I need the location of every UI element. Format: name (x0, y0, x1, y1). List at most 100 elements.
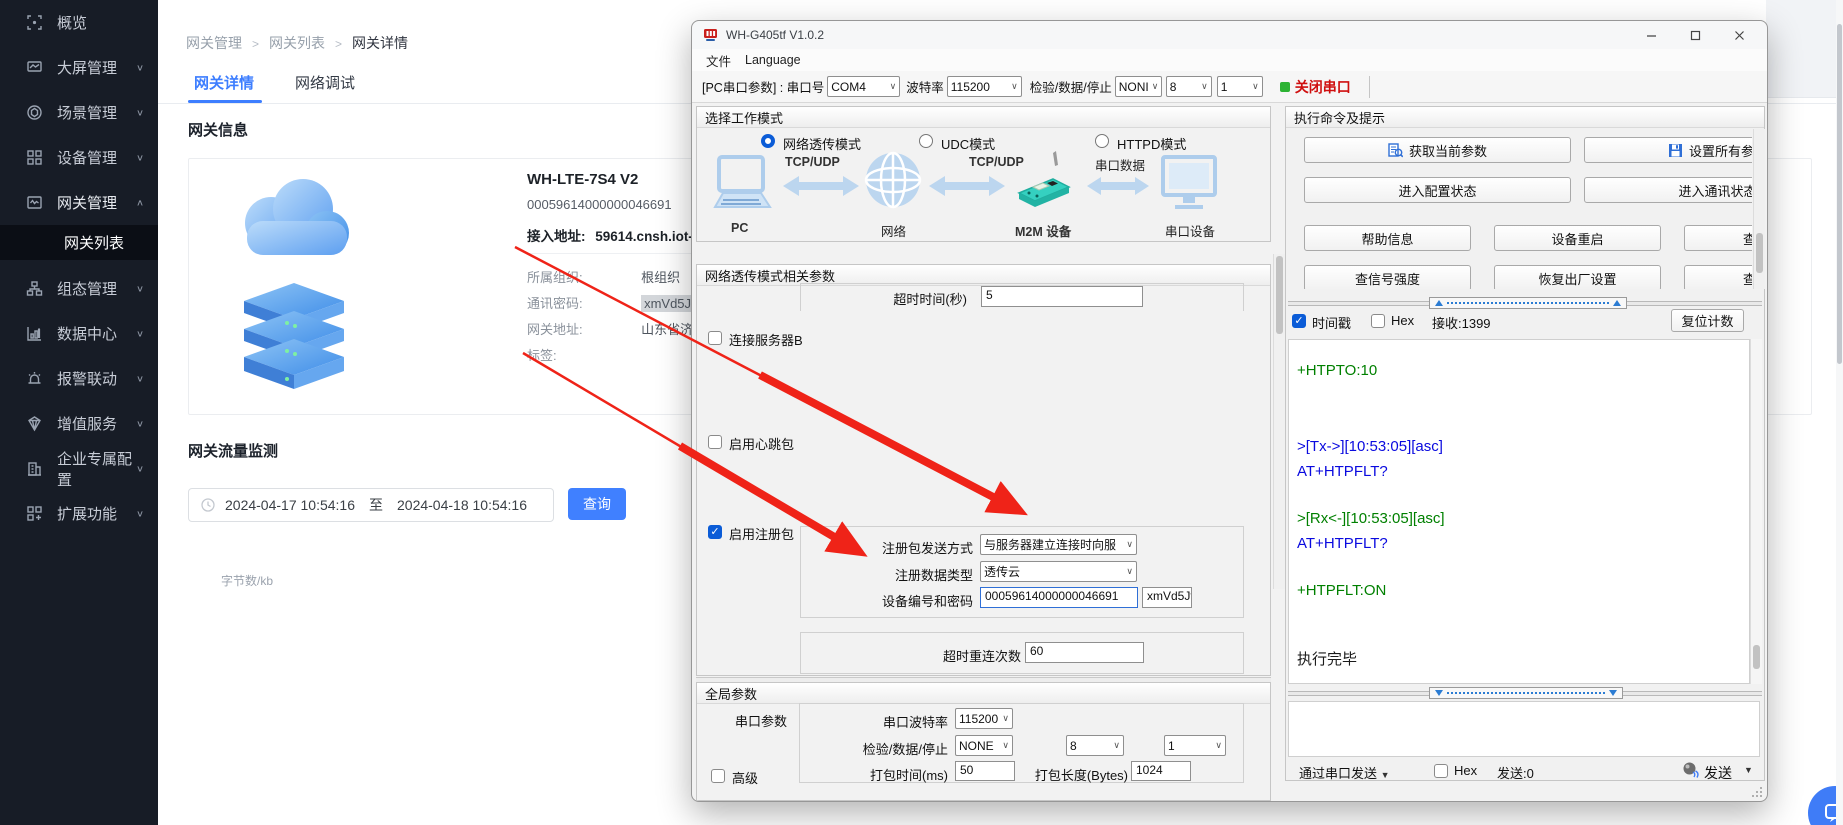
radio-httpd-label[interactable]: HTTPD模式 (1117, 134, 1186, 153)
send-button[interactable]: 发送 (1704, 763, 1732, 783)
receive-log[interactable]: +HTPTO:10 >[Tx->][10:53:05][asc] AT+HTPF… (1288, 339, 1750, 684)
date-to[interactable]: 2024-04-18 10:54:16 (397, 497, 527, 513)
timeout-input[interactable]: 5 (981, 286, 1143, 307)
g-stopbits-select[interactable]: 1∨ (1164, 735, 1226, 756)
sidebar-item-gateway-mgmt[interactable]: 网关管理 ∧ (0, 180, 158, 225)
log-h-scrollbar[interactable] (1288, 687, 1762, 699)
parity-select[interactable]: NONI∨ (1115, 76, 1162, 97)
g-baud-select[interactable]: 115200∨ (955, 708, 1013, 729)
chevron-down-icon: ∨ (136, 62, 144, 72)
regpack-checkbox[interactable]: ✓ (708, 525, 722, 539)
stopbits-select[interactable]: 1∨ (1217, 76, 1263, 97)
get-params-button[interactable]: 获取当前参数 (1304, 137, 1571, 163)
signal-strength-button[interactable]: 查信号强度 (1304, 265, 1471, 289)
menu-language[interactable]: Language (745, 53, 801, 67)
maximize-button[interactable] (1675, 21, 1715, 49)
send-via-serial-dropdown[interactable]: 通过串口发送 ▼ (1299, 763, 1390, 782)
sidebar-item-enterprise[interactable]: 企业专属配置 ∨ (0, 446, 158, 491)
enter-config-button[interactable]: 进入配置状态 (1304, 177, 1571, 203)
window-titlebar[interactable]: WH-G405tf V1.0.2 (692, 21, 1767, 49)
sidebar-item-extension[interactable]: 扩展功能 ∨ (0, 491, 158, 536)
radio-transparent-label[interactable]: 网络透传模式 (783, 134, 861, 153)
browser-scrollbar[interactable] (1836, 0, 1843, 825)
date-range-picker[interactable]: 2024-04-17 10:54:16 至 2024-04-18 10:54:1… (188, 488, 554, 522)
log-scrollbar[interactable] (1750, 339, 1762, 684)
com-port-select[interactable]: COM4∨ (827, 76, 900, 97)
device-password-input[interactable]: xmVd5JfQ (1142, 587, 1192, 608)
sidebar-item-gateway-list[interactable]: 网关列表 (0, 225, 158, 260)
g-databits-select[interactable]: 8∨ (1066, 735, 1124, 756)
sidebar-item-configuration[interactable]: 组态管理 ∨ (0, 266, 158, 311)
set-all-params-button[interactable]: 设置所有参数 (1584, 137, 1752, 163)
server-b-label[interactable]: 连接服务器B (729, 330, 803, 349)
timestamp-checkbox[interactable]: ✓ (1292, 314, 1306, 328)
radio-udc-mode[interactable] (919, 134, 933, 148)
sidebar-item-device-mgmt[interactable]: 设备管理 ∨ (0, 135, 158, 180)
h-scrollbar-thumb[interactable] (1429, 687, 1623, 699)
sidebar-item-value-added[interactable]: 增值服务 ∨ (0, 401, 158, 446)
recv-hex-label[interactable]: Hex (1391, 313, 1414, 328)
regpack-label[interactable]: 启用注册包 (729, 524, 794, 543)
send-hex-checkbox[interactable] (1434, 764, 1448, 778)
pack-time-input[interactable]: 50 (955, 761, 1015, 781)
params-scrollbar-thumb[interactable] (1276, 256, 1283, 334)
advanced-label[interactable]: 高级 (732, 768, 758, 787)
menu-file[interactable]: 文件 (706, 51, 731, 70)
reg-data-type-select[interactable]: 透传云∨ (980, 561, 1137, 582)
sidebar-item-overview[interactable]: 概览 (0, 0, 158, 45)
send-hex-label[interactable]: Hex (1454, 763, 1477, 778)
command-area-scrollbar[interactable] (1753, 129, 1765, 289)
sidebar-label: 网关列表 (64, 232, 124, 253)
send-dropdown-arrow-icon[interactable]: ▼ (1744, 765, 1753, 775)
sidebar-item-screen-mgmt[interactable]: 大屏管理 ∨ (0, 45, 158, 90)
breadcrumb-item[interactable]: 网关列表 (269, 35, 325, 51)
sidebar-item-scene-mgmt[interactable]: 场景管理 ∨ (0, 90, 158, 135)
factory-reset-button[interactable]: 恢复出厂设置 (1494, 265, 1661, 289)
send-sound-icon (1682, 761, 1699, 778)
radio-transparent-mode[interactable] (761, 134, 775, 148)
params-scrollbar[interactable] (1273, 254, 1285, 589)
server-b-checkbox[interactable] (708, 331, 722, 345)
enter-comm-button[interactable]: 进入通讯状态 (1584, 177, 1752, 203)
sidebar-item-alarm-link[interactable]: 报警联动 ∨ (0, 356, 158, 401)
reset-counter-button[interactable]: 复位计数 (1671, 309, 1744, 332)
close-button[interactable] (1719, 21, 1759, 49)
databits-select[interactable]: 8∨ (1166, 76, 1212, 97)
breadcrumb-item[interactable]: 网关管理 (186, 35, 242, 51)
send-input-area[interactable] (1288, 701, 1760, 757)
query-button[interactable]: 查询 (568, 488, 626, 520)
device-restart-button[interactable]: 设备重启 (1494, 225, 1661, 251)
sidebar-item-data-center[interactable]: 数据中心 ∨ (0, 311, 158, 356)
baud-select[interactable]: 115200∨ (947, 76, 1022, 97)
timestamp-label[interactable]: 时间戳 (1312, 313, 1351, 332)
heartbeat-label[interactable]: 启用心跳包 (729, 434, 794, 453)
radio-udc-label[interactable]: UDC模式 (941, 134, 995, 153)
date-from[interactable]: 2024-04-17 10:54:16 (225, 497, 355, 513)
tab-network-debug[interactable]: 网络调试 (295, 72, 355, 93)
save-icon (1668, 143, 1683, 158)
recv-hex-checkbox[interactable] (1371, 314, 1385, 328)
advanced-checkbox[interactable] (711, 769, 725, 783)
command-scrollbar-thumb[interactable] (1756, 233, 1763, 273)
g-parity-select[interactable]: NONE∨ (955, 735, 1013, 756)
pack-length-input[interactable]: 1024 (1131, 761, 1191, 781)
device-id-input[interactable]: 00059614000000046691 (980, 587, 1138, 608)
reg-send-mode-select[interactable]: 与服务器建立连接时向服∨ (980, 534, 1137, 555)
window-resize-grip[interactable] (1751, 786, 1763, 798)
slider-dots (1447, 692, 1605, 694)
radio-httpd-mode[interactable] (1095, 134, 1109, 148)
clipped-button-1[interactable]: 查 (1684, 225, 1752, 251)
browser-scrollbar-thumb[interactable] (1837, 24, 1842, 364)
heartbeat-checkbox[interactable] (708, 435, 722, 449)
chevron-down-icon: ∨ (136, 373, 144, 383)
clipped-button-2[interactable]: 查 (1684, 265, 1752, 289)
h-scrollbar-thumb[interactable] (1429, 297, 1627, 309)
sidebar-label: 大屏管理 (57, 57, 117, 78)
log-scrollbar-thumb[interactable] (1753, 645, 1760, 669)
minimize-button[interactable] (1631, 21, 1671, 49)
help-info-button[interactable]: 帮助信息 (1304, 225, 1471, 251)
close-port-button[interactable]: 关闭串口 (1295, 77, 1351, 97)
command-h-scrollbar[interactable] (1288, 297, 1762, 309)
tab-gateway-detail[interactable]: 网关详情 (194, 72, 254, 93)
retry-input[interactable]: 60 (1025, 642, 1144, 663)
